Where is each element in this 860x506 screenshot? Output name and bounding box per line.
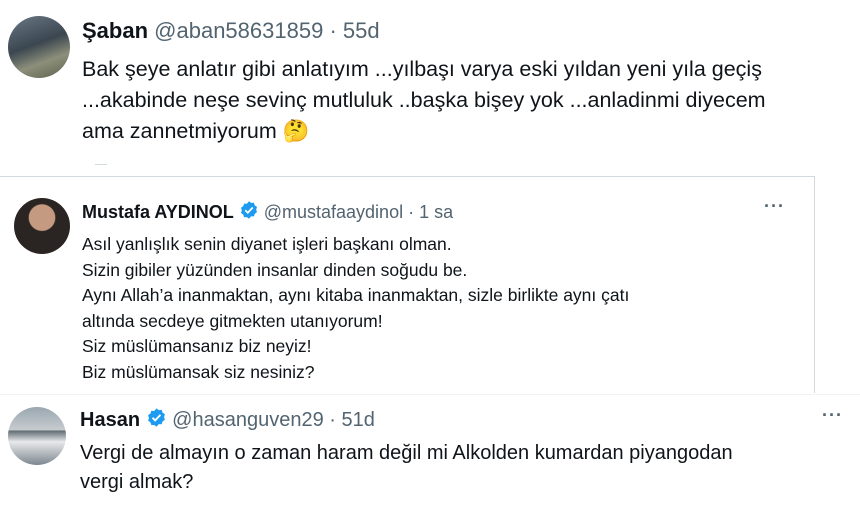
tweet-header: Şaban @aban58631859 · 55d <box>82 18 380 44</box>
avatar[interactable] <box>8 407 66 465</box>
tweet[interactable]: Mustafa AYDINOL @mustafaaydinol · 1 sa ·… <box>0 176 860 394</box>
tweet-header: Mustafa AYDINOL @mustafaaydinol · 1 sa <box>82 200 453 225</box>
user-handle[interactable]: @mustafaaydinol <box>264 202 403 223</box>
timestamp[interactable]: 55d <box>343 18 380 44</box>
avatar[interactable] <box>14 198 70 254</box>
more-options-icon[interactable]: ··· <box>822 405 843 426</box>
separator-dot: · <box>329 409 336 431</box>
divider <box>95 164 107 165</box>
avatar[interactable] <box>8 16 70 78</box>
tweet[interactable]: Hasan @hasanguven29 · 51d ··· Vergi de a… <box>0 394 860 506</box>
display-name[interactable]: Şaban <box>82 18 148 44</box>
display-name[interactable]: Hasan <box>80 409 140 432</box>
thinking-face-emoji: 🤔 <box>282 119 310 143</box>
tweet-header: Hasan @hasanguven29 · 51d <box>80 407 375 434</box>
more-options-icon[interactable]: ··· <box>764 196 785 217</box>
separator-dot: · <box>329 18 337 43</box>
separator-dot: · <box>408 202 415 222</box>
tweet-text: Bak şeye anlatır gibi anlatıyım ...yılba… <box>82 54 852 147</box>
display-name[interactable]: Mustafa AYDINOL <box>82 202 234 223</box>
verified-badge-icon <box>239 200 259 225</box>
tweet-text: Asıl yanlışlık senin diyanet işleri başk… <box>82 234 630 382</box>
user-handle[interactable]: @aban58631859 <box>154 18 323 44</box>
timestamp[interactable]: 51d <box>342 409 375 432</box>
timestamp[interactable]: 1 sa <box>419 202 453 223</box>
tweet-text: Vergi de almayın o zaman haram değil mi … <box>80 442 733 493</box>
verified-badge-icon <box>146 407 167 434</box>
tweet[interactable]: Şaban @aban58631859 · 55d Bak şeye anlat… <box>0 0 860 172</box>
user-handle[interactable]: @hasanguven29 <box>172 409 324 432</box>
tweet-text-content: Bak şeye anlatır gibi anlatıyım ...yılba… <box>82 57 766 143</box>
